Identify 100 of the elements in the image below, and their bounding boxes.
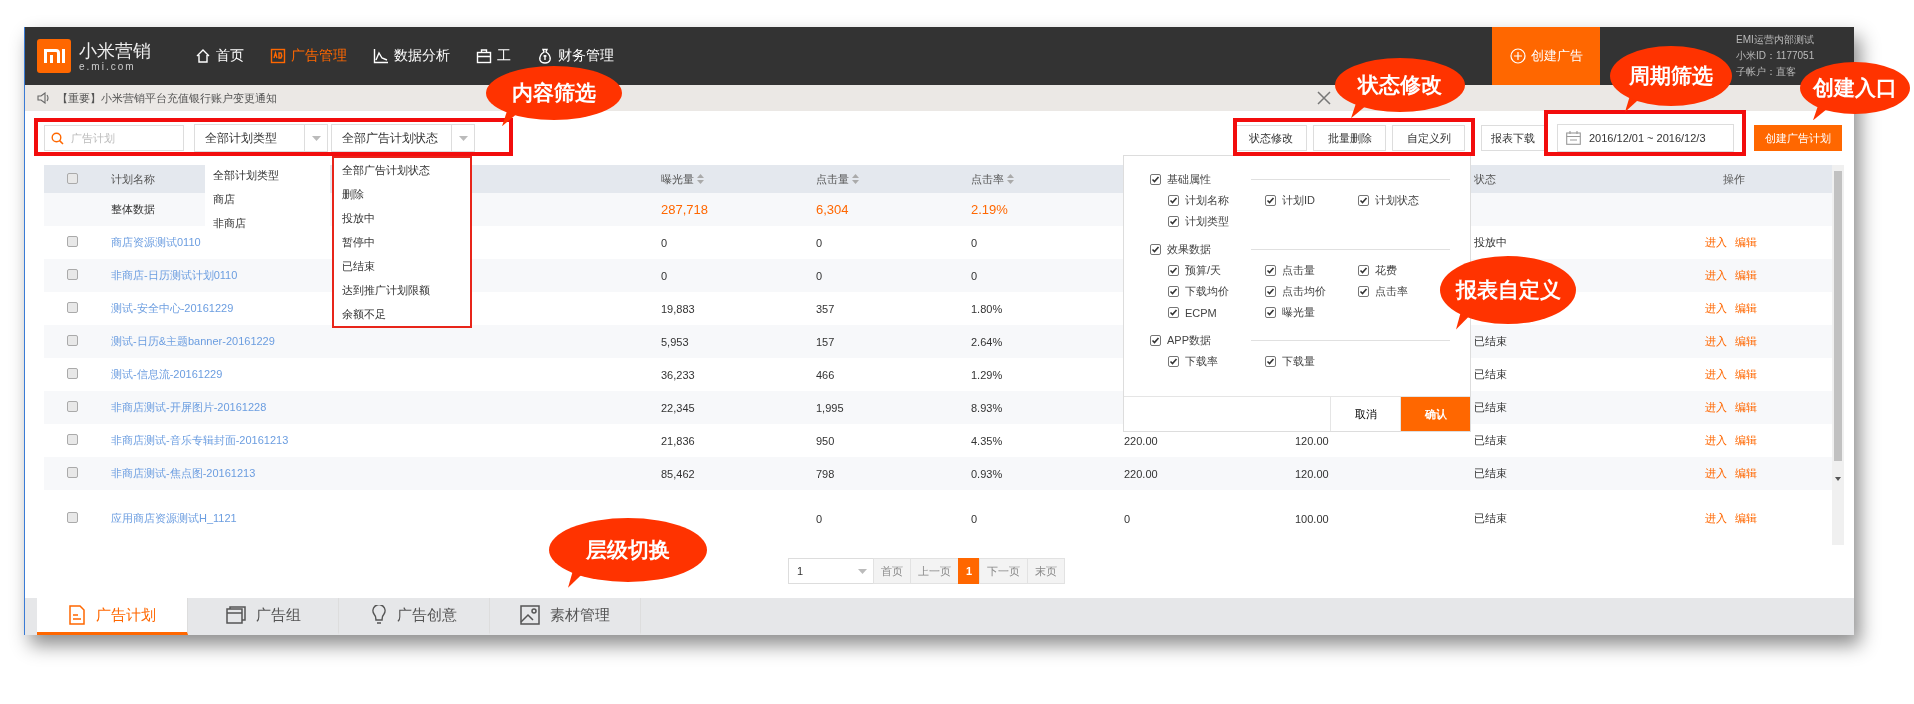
checkbox[interactable] bbox=[1168, 286, 1179, 297]
checkbox[interactable] bbox=[1265, 195, 1276, 206]
plan-name-link[interactable]: 商店资源测试0110 bbox=[111, 235, 201, 250]
search-field[interactable]: 广告计划 bbox=[44, 125, 184, 151]
row-checkbox[interactable] bbox=[66, 235, 78, 247]
row-checkbox[interactable] bbox=[66, 433, 78, 445]
toolbar-button[interactable]: 报表下载 bbox=[1481, 125, 1545, 151]
dropdown-option[interactable]: 暂停中 bbox=[334, 230, 470, 254]
toolbar-button[interactable]: 状态修改 bbox=[1234, 125, 1307, 151]
select-all-checkbox[interactable] bbox=[66, 172, 78, 184]
filter-select[interactable]: 全部计划类型 bbox=[194, 124, 328, 152]
column-header[interactable]: 点击率 bbox=[971, 171, 1014, 187]
action-link[interactable]: 编辑 bbox=[1735, 433, 1757, 448]
checkbox[interactable] bbox=[1265, 286, 1276, 297]
scrollbar[interactable] bbox=[1832, 165, 1844, 545]
plan-name-link[interactable]: 非商店-日历测试计划0110 bbox=[111, 268, 238, 283]
create-plan-button[interactable]: 创建广告计划 bbox=[1754, 125, 1842, 151]
checkbox[interactable] bbox=[1168, 356, 1179, 367]
dropdown-option[interactable]: 达到推广计划限额 bbox=[334, 278, 470, 302]
create-ad-button[interactable]: 创建广告 bbox=[1492, 27, 1600, 85]
dropdown-option[interactable]: 余额不足 bbox=[334, 302, 470, 326]
nav-item[interactable]: 数据分析 bbox=[373, 47, 450, 65]
row-checkbox[interactable] bbox=[66, 301, 78, 313]
plan-name-link[interactable]: 非商店测试-焦点图-20161213 bbox=[111, 466, 256, 481]
toolbar-button[interactable]: 批量删除 bbox=[1313, 125, 1386, 151]
checkbox[interactable] bbox=[1265, 307, 1276, 318]
caret-icon bbox=[311, 135, 321, 141]
checkbox[interactable] bbox=[1150, 334, 1161, 346]
row-checkbox[interactable] bbox=[66, 466, 78, 478]
confirm-button[interactable]: 确认 bbox=[1400, 397, 1470, 431]
page-button[interactable]: 上一页 bbox=[910, 558, 959, 584]
plan-name-link[interactable]: 应用商店资源测试H_1121 bbox=[111, 511, 237, 526]
date-range-field[interactable]: 2016/12/01 ~ 2016/12/3 bbox=[1557, 124, 1734, 152]
action-link[interactable]: 进入 bbox=[1705, 268, 1727, 283]
level-tab[interactable]: 广告计划 bbox=[37, 598, 188, 635]
checkbox[interactable] bbox=[1168, 265, 1179, 276]
page-button[interactable]: 首页 bbox=[873, 558, 911, 584]
option-label: 点击均价 bbox=[1282, 284, 1326, 299]
row-checkbox[interactable] bbox=[66, 511, 78, 523]
plan-name-link[interactable]: 测试-安全中心-20161229 bbox=[111, 301, 234, 316]
checkbox[interactable] bbox=[1265, 265, 1276, 276]
dropdown-option[interactable]: 删除 bbox=[334, 182, 470, 206]
row-checkbox[interactable] bbox=[66, 268, 78, 280]
nav-item[interactable]: 工 bbox=[476, 47, 511, 65]
row-checkbox[interactable] bbox=[66, 400, 78, 412]
action-link[interactable]: 进入 bbox=[1705, 301, 1727, 316]
plan-name-link[interactable]: 测试-信息流-20161229 bbox=[111, 367, 223, 382]
table-cell-text: 357 bbox=[816, 302, 836, 315]
column-header[interactable]: 点击量 bbox=[816, 171, 859, 187]
action-link[interactable]: 编辑 bbox=[1735, 268, 1757, 283]
dropdown-option[interactable]: 商店 bbox=[205, 187, 330, 211]
checkbox[interactable] bbox=[1168, 216, 1179, 227]
action-link[interactable]: 编辑 bbox=[1735, 367, 1757, 382]
checkbox[interactable] bbox=[1265, 356, 1276, 367]
nav-item[interactable]: 财务管理 bbox=[537, 47, 614, 65]
account-info: EMI运营内部测试 bbox=[1736, 33, 1815, 47]
page-button[interactable]: 末页 bbox=[1027, 558, 1066, 584]
toolbar-button[interactable]: 自定义列 bbox=[1392, 125, 1465, 151]
row-checkbox[interactable] bbox=[66, 334, 78, 346]
column-header[interactable]: 曝光量 bbox=[661, 171, 704, 187]
plan-name-link[interactable]: 非商店测试-音乐专辑封面-20161213 bbox=[111, 433, 289, 448]
row-checkbox[interactable] bbox=[66, 367, 78, 379]
level-tab[interactable]: 素材管理 bbox=[490, 598, 641, 635]
action-link[interactable]: 编辑 bbox=[1735, 301, 1757, 316]
dropdown-option[interactable]: 投放中 bbox=[334, 206, 470, 230]
page-button[interactable]: 下一页 bbox=[979, 558, 1029, 584]
checkbox[interactable] bbox=[1358, 286, 1369, 297]
checkbox[interactable] bbox=[1168, 195, 1179, 206]
action-link[interactable]: 进入 bbox=[1705, 466, 1727, 481]
caret-icon bbox=[458, 135, 468, 141]
filter-select[interactable]: 全部广告计划状态 bbox=[331, 124, 475, 152]
action-link[interactable]: 进入 bbox=[1705, 400, 1727, 415]
action-link[interactable]: 编辑 bbox=[1735, 235, 1757, 250]
action-link[interactable]: 进入 bbox=[1705, 334, 1727, 349]
dropdown-option[interactable]: 非商店 bbox=[205, 211, 330, 235]
level-tab[interactable]: 广告组 bbox=[188, 598, 339, 635]
checkbox[interactable] bbox=[1358, 195, 1369, 206]
level-tab[interactable]: 广告创意 bbox=[339, 598, 490, 635]
notice-text[interactable]: 【重要】小米营销平台充值银行账户变更通知 bbox=[57, 90, 277, 106]
nav-item[interactable]: 广告管理 bbox=[270, 47, 347, 65]
action-link[interactable]: 编辑 bbox=[1735, 466, 1757, 481]
action-link[interactable]: 进入 bbox=[1705, 511, 1727, 526]
dropdown-option[interactable]: 已结束 bbox=[334, 254, 470, 278]
page-button[interactable]: 1 bbox=[958, 558, 981, 584]
plan-name-link[interactable]: 非商店测试-开屏图片-20161228 bbox=[111, 400, 267, 415]
checkbox[interactable] bbox=[1358, 265, 1369, 276]
checkbox[interactable] bbox=[1168, 307, 1179, 318]
checkbox[interactable] bbox=[1150, 243, 1161, 255]
action-link[interactable]: 编辑 bbox=[1735, 334, 1757, 349]
close-icon[interactable] bbox=[1317, 91, 1331, 105]
action-link[interactable]: 进入 bbox=[1705, 235, 1727, 250]
action-link[interactable]: 编辑 bbox=[1735, 400, 1757, 415]
plan-name-link[interactable]: 测试-日历&主题banner-20161229 bbox=[111, 334, 275, 349]
nav-item[interactable]: 首页 bbox=[195, 47, 244, 65]
dropdown-option[interactable]: 全部广告计划状态 bbox=[334, 158, 470, 182]
dropdown-option[interactable]: 全部计划类型 bbox=[205, 163, 330, 187]
action-link[interactable]: 进入 bbox=[1705, 367, 1727, 382]
checkbox[interactable] bbox=[1150, 173, 1161, 185]
action-link[interactable]: 进入 bbox=[1705, 433, 1727, 448]
action-link[interactable]: 编辑 bbox=[1735, 511, 1757, 526]
